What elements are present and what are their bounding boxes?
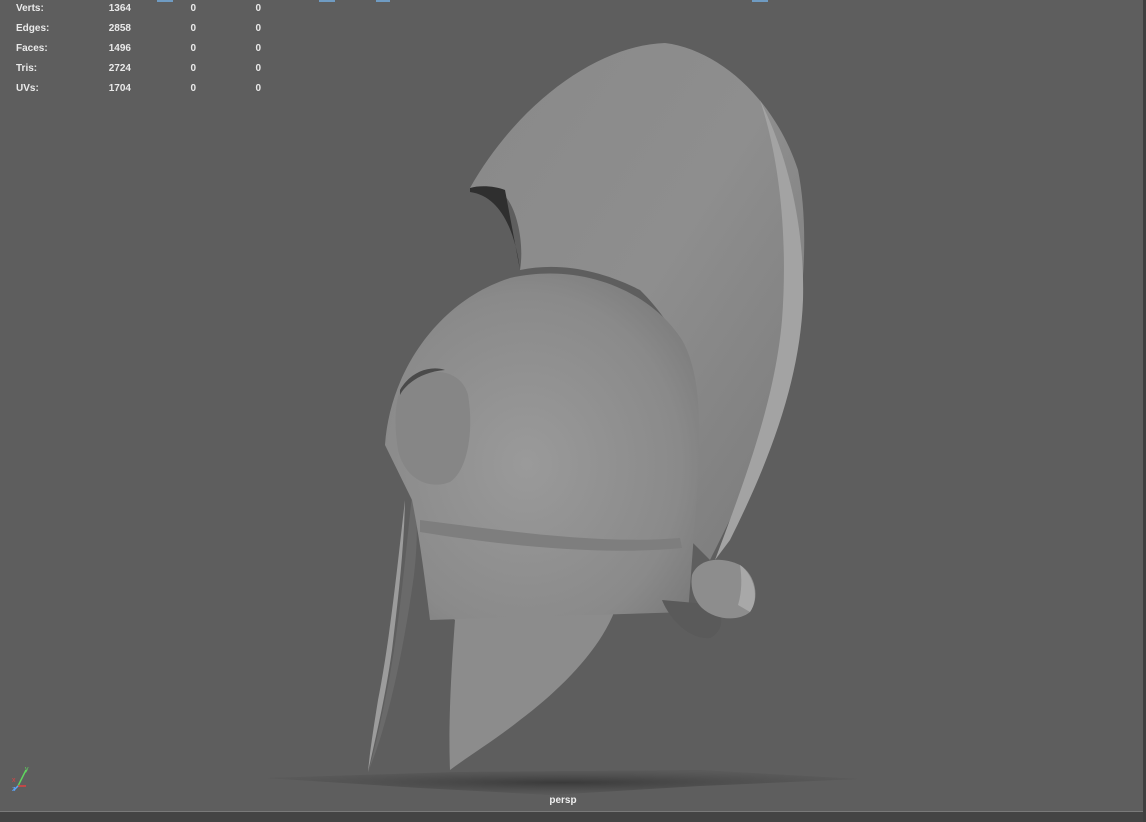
eye-ring [395, 371, 471, 485]
axis-gizmo-icon: y x z [12, 766, 29, 792]
hud-total: 2724 [108, 63, 131, 74]
hud-selected: 0 [190, 23, 196, 34]
hud-total: 1364 [108, 3, 131, 14]
hud-total: 1704 [108, 83, 131, 94]
axis-y-label: y [25, 766, 29, 773]
hud-total: 1496 [108, 43, 131, 54]
hud-row-edges: Edges: 2858 0 0 [16, 23, 276, 43]
viewport-bottom-border [0, 812, 1146, 822]
hud-row-uvs: UVs: 1704 0 0 [16, 83, 276, 103]
axis-x-label: x [12, 777, 16, 784]
hud-label: Verts: [16, 3, 44, 14]
hud-row-faces: Faces: 1496 0 0 [16, 43, 276, 63]
hud-label: UVs: [16, 83, 39, 94]
cheek-guard [430, 600, 615, 770]
hud-label: Faces: [16, 43, 48, 54]
hud-selected: 0 [190, 3, 196, 14]
axis-z-label: z [12, 786, 16, 792]
hud-other: 0 [255, 63, 261, 74]
hud-label: Tris: [16, 63, 38, 74]
helmet-model[interactable] [0, 0, 1146, 822]
hud-selected: 0 [190, 63, 196, 74]
hud-other: 0 [255, 83, 261, 94]
hud-other: 0 [255, 43, 261, 54]
ground-shadow [265, 770, 860, 795]
hud-other: 0 [255, 23, 261, 34]
hud-row-tris: Tris: 2724 0 0 [16, 63, 276, 83]
hud-total: 2858 [108, 23, 131, 34]
hud-other: 0 [255, 3, 261, 14]
hud-row-verts: Verts: 1364 0 0 [16, 3, 276, 23]
hud-label: Edges: [16, 23, 50, 34]
camera-name-label: persp [549, 795, 577, 806]
hud-selected: 0 [190, 43, 196, 54]
poly-count-hud: Verts: 1364 0 0 Edges: 2858 0 0 Faces: 1… [16, 3, 276, 103]
persp-viewport[interactable]: Verts: 1364 0 0 Edges: 2858 0 0 Faces: 1… [0, 0, 1146, 822]
hud-selected: 0 [190, 83, 196, 94]
